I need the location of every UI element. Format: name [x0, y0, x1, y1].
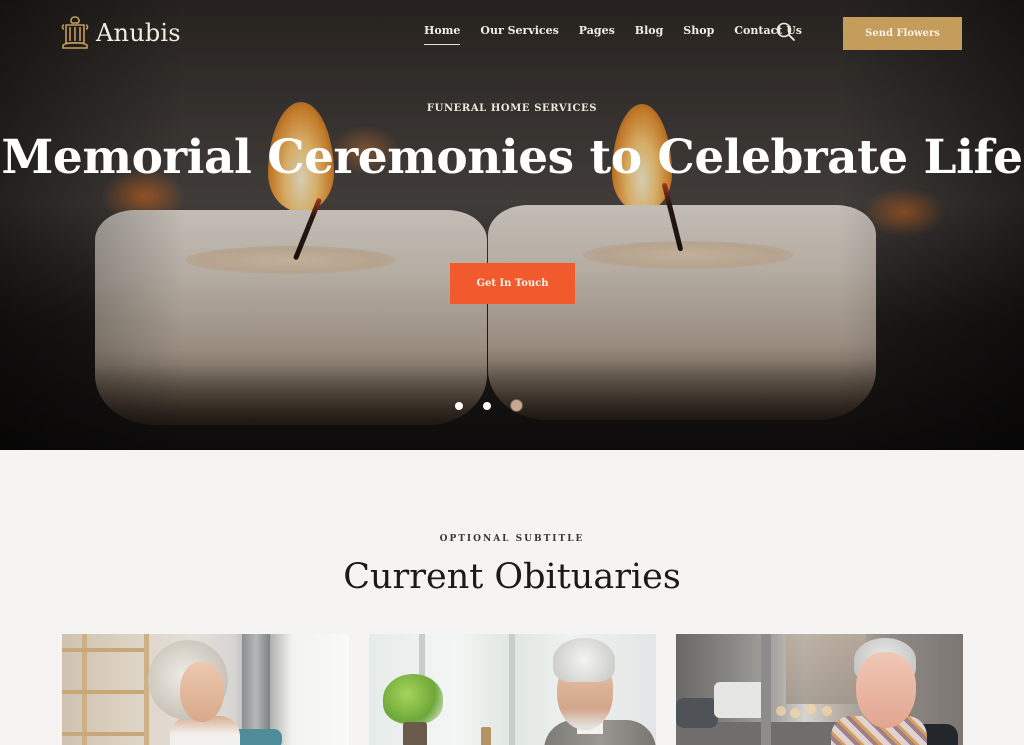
- section-subtitle: OPTIONAL SUBTITLE: [439, 534, 585, 544]
- search-icon[interactable]: [775, 21, 797, 43]
- nav-item-our-services[interactable]: Our Services: [480, 24, 558, 37]
- ankh-temple-logo-icon: [61, 16, 89, 49]
- slider-dot-2[interactable]: [483, 401, 491, 410]
- hero-slider: FUNERAL HOME SERVICES Memorial Ceremonie…: [0, 0, 1024, 450]
- logo-text: Anubis: [96, 19, 181, 47]
- obituary-cards: [62, 634, 983, 745]
- get-in-touch-button[interactable]: Get In Touch: [450, 263, 575, 304]
- send-flowers-button[interactable]: Send Flowers: [843, 17, 962, 50]
- slider-dot-3-active[interactable]: [511, 400, 522, 411]
- hero-title: Memorial Ceremonies to Celebrate Life: [0, 132, 1024, 184]
- hero-title-text: Memorial Ceremonies to Celebrate Life: [1, 130, 1023, 185]
- obituary-card-photo[interactable]: [369, 634, 656, 745]
- obituary-card-photo[interactable]: [676, 634, 963, 745]
- slider-pagination: [455, 400, 542, 411]
- main-nav: Home Our Services Pages Blog Shop Contac…: [424, 24, 822, 45]
- logo[interactable]: Anubis: [60, 15, 181, 51]
- slider-dot-1[interactable]: [455, 401, 463, 410]
- nav-item-home[interactable]: Home: [424, 24, 461, 45]
- site-header: Anubis Home Our Services Pages Blog Shop…: [0, 0, 1024, 66]
- section-title: Current Obituaries: [343, 557, 681, 597]
- nav-item-pages[interactable]: Pages: [579, 24, 615, 37]
- nav-item-blog[interactable]: Blog: [635, 24, 664, 37]
- nav-item-shop[interactable]: Shop: [683, 24, 714, 37]
- obituary-card-photo[interactable]: [62, 634, 349, 745]
- hero-kicker: FUNERAL HOME SERVICES: [426, 103, 598, 114]
